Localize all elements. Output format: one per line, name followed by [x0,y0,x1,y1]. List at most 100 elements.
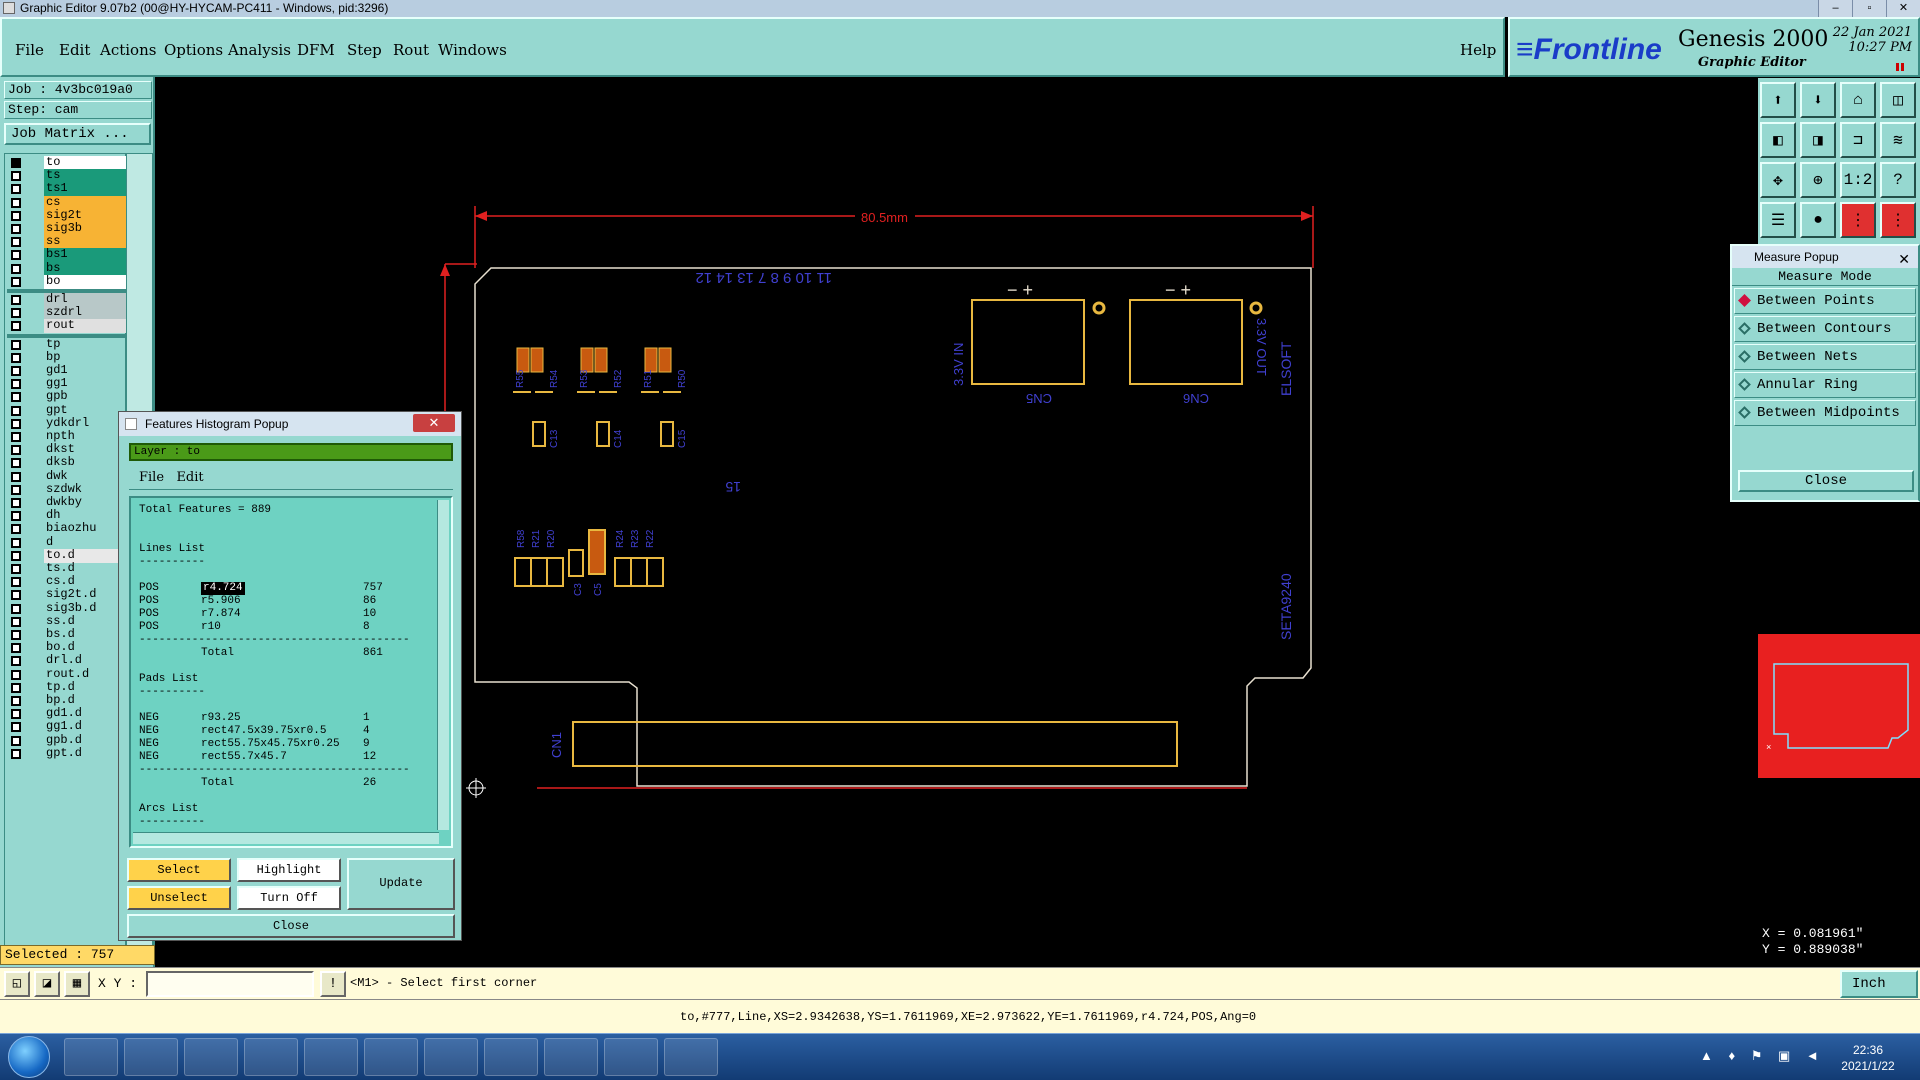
menu-windows[interactable]: Windows [438,41,507,59]
histogram-menu-file[interactable]: File [139,470,164,485]
symbol[interactable]: r10 [201,621,221,634]
taskbar-app-6-icon[interactable] [364,1038,418,1076]
info-icon[interactable]: ! [320,971,346,997]
menu-actions[interactable]: Actions [100,41,156,59]
symbol[interactable]: rect55.75x45.75xr0.25 [201,738,340,751]
symbol[interactable]: r4.724 [201,582,245,595]
symbol[interactable]: rect55.7x45.7 [201,751,287,764]
select-button[interactable]: Select [127,858,231,882]
route-icon[interactable]: ≋ [1880,122,1916,158]
layer-checkbox[interactable] [11,224,21,234]
menu-analysis[interactable]: Analysis [228,41,291,59]
close-icon[interactable]: ✕ [1898,248,1910,270]
taskbar-app-4-icon[interactable] [244,1038,298,1076]
layer-checkbox[interactable] [11,197,21,208]
layer-checkbox[interactable] [11,308,21,319]
layer-checkbox[interactable] [11,339,21,350]
tool2-icon[interactable]: ◪ [34,971,60,997]
layer-row[interactable]: gpt.d [7,746,127,761]
taskbar-app-2-icon[interactable] [124,1038,178,1076]
close-window-button[interactable]: ✕ [1886,0,1920,17]
layer-checkbox[interactable] [11,263,21,274]
menu-edit[interactable]: Edit [59,41,90,59]
probe-icon[interactable]: ● [1800,202,1836,238]
layer-checkbox[interactable] [11,590,21,601]
layer-checkbox[interactable] [11,524,21,535]
layer-checkbox[interactable] [11,656,21,667]
layer-checkbox[interactable] [11,682,21,693]
select-tool-icon[interactable]: ☰ [1760,202,1796,238]
layer-checkbox[interactable] [11,709,21,720]
mode-between-points[interactable]: Between Points [1734,288,1916,314]
home-icon[interactable]: ⌂ [1840,82,1876,118]
taskbar-app-8-icon[interactable] [484,1038,538,1076]
histogram-close-button[interactable]: Close [127,914,455,938]
layer-checkbox[interactable] [11,550,21,561]
layer-checkbox[interactable] [11,276,21,287]
pause-icon[interactable] [1896,63,1904,71]
layer-checkbox[interactable] [11,735,21,746]
menu-file[interactable]: File [15,41,44,59]
snap-icon[interactable]: ⊐ [1840,122,1876,158]
layer-row[interactable]: rout [7,319,130,334]
taskbar-app-9-icon[interactable] [544,1038,598,1076]
taskbar-app-11-icon[interactable] [664,1038,718,1076]
layer-checkbox[interactable] [11,237,21,248]
zoom-home-icon[interactable]: ⬆ [1760,82,1796,118]
measure-close-button[interactable]: Close [1738,470,1914,492]
ratio-icon[interactable]: 1:2 [1840,162,1876,198]
layer-checkbox[interactable] [11,696,21,706]
system-tray[interactable]: ▲ ♦ ⚑ ▣ ◄ [1700,1048,1825,1064]
start-icon[interactable] [8,1036,50,1078]
layer-checkbox[interactable] [11,321,21,332]
layer-checkbox[interactable] [11,643,21,654]
layer-checkbox[interactable] [11,537,21,548]
minimize-button[interactable]: – [1818,0,1852,17]
layer-checkbox[interactable] [11,171,21,182]
layer-checkbox[interactable] [11,352,21,363]
layer-checkbox[interactable] [11,669,21,680]
fit-icon[interactable]: ✥ [1760,162,1796,198]
layer-checkbox[interactable] [11,630,21,640]
layer-checkbox[interactable] [11,577,21,588]
mode-annular-ring[interactable]: Annular Ring [1734,372,1916,398]
layer-checkbox[interactable] [11,432,21,442]
layer-checkbox[interactable] [11,616,21,627]
close-icon[interactable]: ✕ [413,414,455,432]
histogram-menu-edit[interactable]: Edit [176,470,203,485]
layer-checkbox[interactable] [11,471,21,482]
layer-checkbox[interactable] [11,445,21,456]
unselect-button[interactable]: Unselect [127,886,231,910]
units-selector[interactable]: Inch [1840,970,1918,998]
layer-row[interactable]: bs [7,261,130,276]
layer-row[interactable]: bs1 [7,248,130,263]
layer-checkbox[interactable] [11,484,21,495]
layer-checkbox[interactable] [11,458,21,469]
menu-dfm[interactable]: DFM [297,41,335,59]
window-icon[interactable]: ◫ [1880,82,1916,118]
layer-checkbox[interactable] [11,418,21,429]
symbol[interactable]: r93.25 [201,712,241,725]
layer-checkbox[interactable] [11,158,21,168]
pan-left-icon[interactable]: ◧ [1760,122,1796,158]
layer-checkbox[interactable] [11,366,21,376]
taskbar-app-10-icon[interactable] [604,1038,658,1076]
layer-row[interactable]: to [7,156,130,170]
layer-row[interactable]: tp [7,337,127,352]
center-icon[interactable]: ⊕ [1800,162,1836,198]
layer-checkbox[interactable] [11,405,21,416]
layer-row[interactable]: dwkby [7,496,127,510]
tool1-icon[interactable]: ◱ [4,971,30,997]
layer-checkbox[interactable] [11,379,21,390]
help-icon[interactable]: ? [1880,162,1916,198]
layer-checkbox[interactable] [11,250,21,261]
layer-checkbox[interactable] [11,210,21,221]
menu-options[interactable]: Options [164,41,223,59]
layer-checkbox[interactable] [11,511,21,522]
layer-checkbox[interactable] [11,498,21,508]
taskbar-app-1-icon[interactable] [64,1038,118,1076]
layer-row[interactable]: biaozhu [7,522,127,536]
symbol[interactable]: r7.874 [201,608,241,621]
layer-row[interactable]: sig3b [7,222,130,236]
layer-row[interactable]: bo [7,274,130,289]
